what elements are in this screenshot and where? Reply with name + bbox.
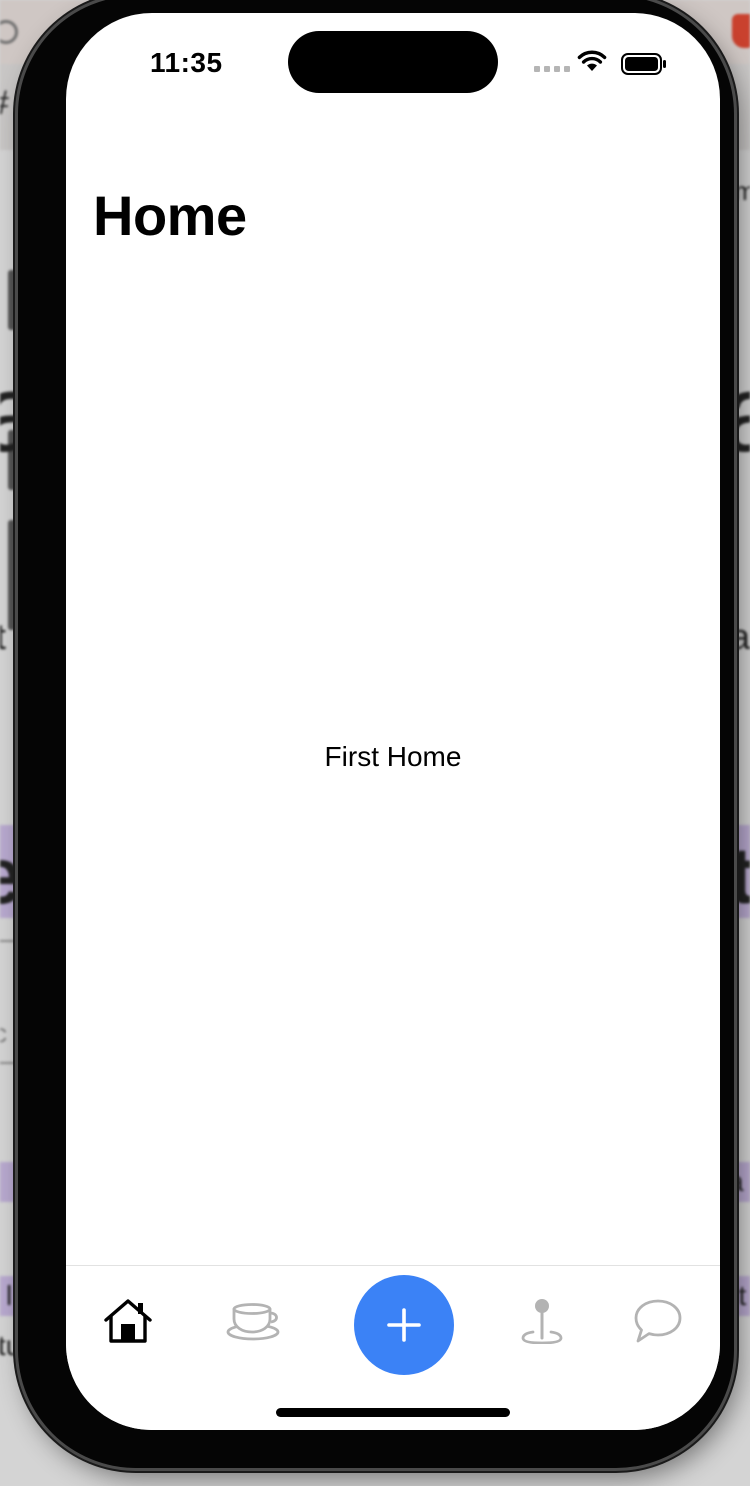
- status-bar-time: 11:35: [150, 47, 223, 78]
- background-divider: [8, 520, 16, 630]
- add-button[interactable]: [354, 1275, 454, 1375]
- page-title: Home: [93, 184, 247, 247]
- tab-cup[interactable]: [205, 1266, 305, 1376]
- background-fragment: c: [0, 1018, 7, 1048]
- background-fragment: #: [0, 84, 9, 123]
- phone-screen: 11:35 Home First Home: [66, 13, 720, 1430]
- background-divider: [8, 270, 16, 330]
- chat-bubble-icon: [634, 1299, 682, 1343]
- home-indicator[interactable]: [276, 1408, 510, 1417]
- dynamic-island: [288, 31, 498, 93]
- tab-bar: [66, 1265, 720, 1430]
- map-pin-icon: [521, 1299, 563, 1344]
- cellular-signal-icon: [534, 66, 570, 72]
- battery-icon: [621, 53, 666, 75]
- background-shield-icon: [732, 14, 750, 48]
- coffee-cup-icon: [226, 1303, 280, 1341]
- tab-home[interactable]: [78, 1266, 178, 1376]
- home-icon: [104, 1299, 152, 1343]
- background-fragment: m: [734, 176, 750, 206]
- wifi-icon: [577, 50, 607, 71]
- background-fragment: l: [6, 1280, 13, 1311]
- content-text: First Home: [324, 741, 462, 772]
- plus-icon: [387, 1308, 421, 1342]
- tab-chat[interactable]: [608, 1266, 708, 1376]
- background-fragment: t: [0, 616, 7, 657]
- tab-location[interactable]: [492, 1266, 592, 1376]
- phone-frame: 11:35 Home First Home: [18, 0, 734, 1468]
